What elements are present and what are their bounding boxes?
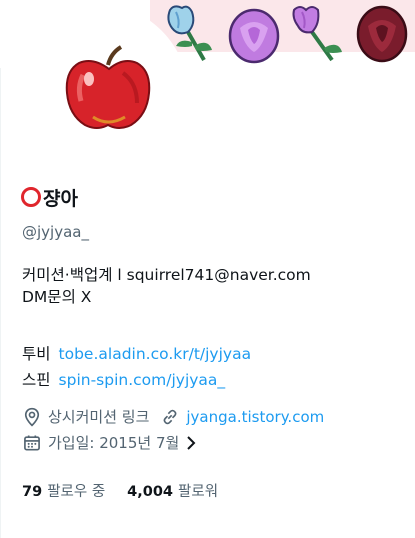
user-handle: @jyjyaa_ [22, 223, 89, 241]
spin-link[interactable]: spin-spin.com/jyjyaa_ [59, 371, 226, 389]
following-link[interactable]: 79 팔로우 중 [22, 480, 105, 501]
chevron-right-icon[interactable] [183, 434, 199, 452]
profile-bio: 커미션·백업계 l squirrel741@naver.com DM문의 X [22, 266, 311, 306]
following-count: 79 [22, 484, 43, 500]
followers-label: 팔로워 [178, 484, 219, 500]
dark-red-rose-image [356, 5, 408, 63]
red-circle-ring-icon [21, 187, 41, 207]
display-name: 쟝아 [43, 187, 78, 210]
website-link[interactable]: jyanga.tistory.com [186, 408, 324, 426]
bio-link-row-tobe: 투비 tobe.aladin.co.kr/t/jyjyaa [22, 342, 251, 364]
follow-stats: 79 팔로우 중 4,004 팔로워 [22, 480, 240, 501]
bio-link-label: 스핀 [22, 371, 51, 389]
tobe-link[interactable]: tobe.aladin.co.kr/t/jyjyaa [59, 345, 252, 363]
calendar-icon [24, 435, 40, 450]
location-text: 상시커미션 링크 [48, 408, 150, 426]
link-icon [163, 409, 177, 424]
column-border [0, 0, 1, 538]
joined-row[interactable]: 가입일: 2015년 7월 [22, 432, 199, 453]
purple-rose-image [228, 8, 280, 64]
purple-tulip-image [292, 6, 342, 62]
bio-link-row-spin: 스핀 spin-spin.com/jyjyaa_ [22, 368, 225, 390]
profile-avatar[interactable] [1, 3, 189, 191]
followers-link[interactable]: 4,004 팔로워 [127, 480, 218, 501]
display-name-row: 쟝아 [21, 183, 78, 211]
bio-link-label: 투비 [22, 345, 51, 363]
following-label: 팔로우 중 [47, 484, 106, 500]
red-apple-image [65, 45, 151, 129]
profile-meta-row: 상시커미션 링크 jyanga.tistory.com [22, 406, 324, 427]
location-pin-icon [24, 407, 40, 426]
joined-date: 가입일: 2015년 7월 [48, 434, 180, 452]
followers-count: 4,004 [127, 484, 174, 500]
